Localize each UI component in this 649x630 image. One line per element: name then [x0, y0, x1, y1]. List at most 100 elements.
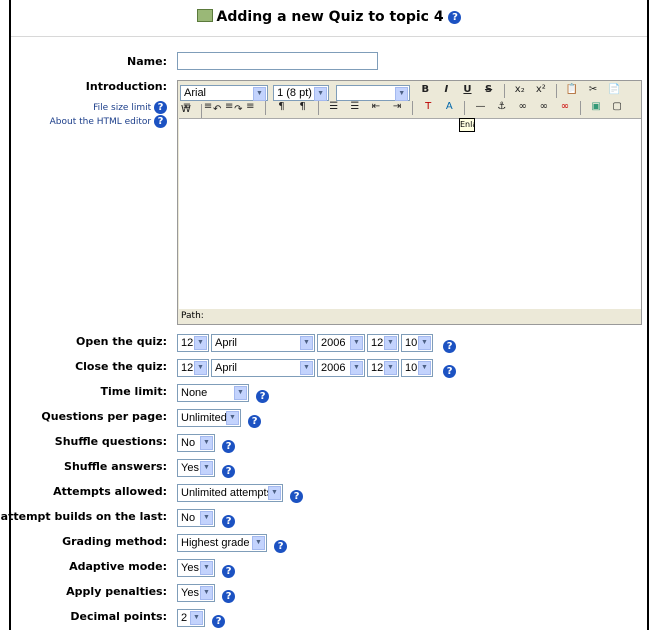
file-size-limit-link[interactable]: File size limit ? [93, 101, 167, 114]
attempts-allowed-select[interactable]: Unlimited attempts ▼ [177, 483, 283, 502]
time-limit-label: Time limit: [100, 385, 167, 398]
chevron-down-icon: ▼ [234, 385, 247, 400]
toolbar-divider [579, 101, 581, 115]
questions-per-page-field: Unlimited ▼ ? [177, 407, 262, 428]
toolbar-divider [265, 101, 267, 115]
help-icon[interactable]: ? [443, 365, 457, 378]
apply-penalties-label: Apply penalties: [66, 585, 167, 598]
help-icon[interactable]: ? [443, 340, 457, 353]
help-icon[interactable]: ? [154, 115, 167, 128]
italic-button[interactable]: I [439, 83, 453, 97]
indent-icon[interactable]: ⇥ [390, 100, 404, 114]
open-minute-select[interactable]: 10 ▼ [401, 333, 433, 352]
close-quiz-label: Close the quiz: [75, 360, 167, 373]
help-icon[interactable]: ? [154, 101, 167, 114]
close-year-select[interactable]: 2006 ▼ [317, 358, 365, 377]
toolbar-divider [464, 101, 466, 115]
tooltip: Enla [459, 118, 475, 132]
help-icon[interactable]: ? [274, 540, 288, 553]
bold-button[interactable]: B [418, 83, 432, 97]
close-month-select[interactable]: April ▼ [211, 358, 315, 377]
grading-method-select[interactable]: Highest grade ▼ [177, 533, 267, 552]
chevron-down-icon: ▼ [194, 360, 207, 375]
insert-table-icon[interactable]: ▢ [610, 100, 624, 114]
chevron-down-icon: ▼ [252, 535, 265, 550]
open-year-select[interactable]: 2006 ▼ [317, 333, 365, 352]
chevron-down-icon: ▼ [190, 610, 203, 625]
chevron-down-icon: ▼ [200, 560, 213, 575]
help-icon[interactable]: ? [222, 465, 236, 478]
help-icon[interactable]: ? [248, 415, 262, 428]
close-quiz-fields: 12 ▼ April ▼ 2006 ▼ 12 ▼ 10 ▼ ? [177, 357, 457, 378]
open-hour-select[interactable]: 12 ▼ [367, 333, 399, 352]
chevron-down-icon: ▼ [350, 335, 363, 350]
help-icon[interactable]: ? [212, 615, 226, 628]
introduction-editor-area[interactable] [179, 118, 641, 309]
each-attempt-field: No ▼ ? [177, 507, 236, 528]
copy-icon[interactable]: 📋 [565, 83, 579, 97]
horizontal-rule-icon[interactable]: — [474, 100, 488, 114]
background-color-icon[interactable]: A [442, 100, 456, 114]
help-icon[interactable]: ? [222, 590, 236, 603]
help-icon[interactable]: ? [222, 440, 236, 453]
ltr-icon[interactable]: ¶ [274, 100, 288, 114]
help-icon[interactable]: ? [448, 10, 462, 24]
page-header: Adding a new Quiz to topic 4 ? [11, 0, 647, 37]
help-icon[interactable]: ? [256, 390, 270, 403]
ordered-list-icon[interactable]: ☰ [327, 100, 341, 114]
shuffle-questions-select[interactable]: No ▼ [177, 433, 215, 452]
paste-icon[interactable]: 📄 [607, 83, 621, 97]
subscript-button[interactable]: x₂ [513, 83, 527, 97]
justify-center-icon[interactable]: ≡ [201, 100, 215, 114]
underline-button[interactable]: U [460, 83, 474, 97]
rtl-icon[interactable]: ¶ [296, 100, 310, 114]
justify-right-icon[interactable]: ≡ [222, 100, 236, 114]
shuffle-answers-select[interactable]: Yes ▼ [177, 458, 215, 477]
chevron-down-icon: ▼ [268, 485, 281, 500]
each-attempt-label: Each attempt builds on the last: [0, 510, 167, 523]
open-month-select[interactable]: April ▼ [211, 333, 315, 352]
strikethrough-button[interactable]: S [482, 83, 496, 97]
adaptive-mode-select[interactable]: Yes ▼ [177, 558, 215, 577]
justify-left-icon[interactable]: ≡ [180, 100, 194, 114]
chevron-down-icon: ▼ [300, 335, 313, 350]
help-icon[interactable]: ? [290, 490, 304, 503]
link-icon[interactable]: ∞ [516, 100, 530, 114]
chevron-down-icon: ▼ [350, 360, 363, 375]
anchor-icon[interactable]: ⚓ [495, 100, 509, 114]
name-label: Name: [127, 55, 167, 68]
superscript-button[interactable]: x² [534, 83, 548, 97]
justify-full-icon[interactable]: ≡ [243, 100, 257, 114]
text-color-icon[interactable]: T [421, 100, 435, 114]
close-minute-select[interactable]: 10 ▼ [401, 358, 433, 377]
help-icon[interactable]: ? [222, 515, 236, 528]
questions-per-page-label: Questions per page: [41, 410, 167, 423]
name-input[interactable] [177, 52, 378, 70]
questions-per-page-select[interactable]: Unlimited ▼ [177, 408, 241, 427]
decimal-points-field: 2 ▼ ? [177, 607, 226, 628]
open-day-select[interactable]: 12 ▼ [177, 333, 209, 352]
chevron-down-icon: ▼ [300, 360, 313, 375]
chevron-down-icon: ▼ [418, 360, 431, 375]
cut-icon[interactable]: ✂ [586, 83, 600, 97]
unordered-list-icon[interactable]: ☰ [348, 100, 362, 114]
shuffle-questions-label: Shuffle questions: [54, 435, 167, 448]
close-hour-select[interactable]: 12 ▼ [367, 358, 399, 377]
html-editor: Arial ▼ 1 (8 pt) ▼ ▼ B I U S x₂ x² 📋 ✂ 📄 W… [177, 80, 642, 325]
outdent-icon[interactable]: ⇤ [369, 100, 383, 114]
nolink-icon[interactable]: ∞ [558, 100, 572, 114]
introduction-label: Introduction: [85, 80, 167, 93]
help-icon[interactable]: ? [222, 565, 236, 578]
apply-penalties-select[interactable]: Yes ▼ [177, 583, 215, 602]
decimal-points-label: Decimal points: [70, 610, 167, 623]
unlink-icon[interactable]: ∞ [537, 100, 551, 114]
chevron-down-icon: ▼ [200, 460, 213, 475]
each-attempt-select[interactable]: No ▼ [177, 508, 215, 527]
decimal-points-select[interactable]: 2 ▼ [177, 608, 205, 627]
time-limit-select[interactable]: None ▼ [177, 383, 249, 402]
close-day-select[interactable]: 12 ▼ [177, 358, 209, 377]
chevron-down-icon: ▼ [384, 335, 397, 350]
quiz-icon [196, 8, 213, 22]
html-editor-link[interactable]: About the HTML editor ? [50, 115, 167, 128]
insert-image-icon[interactable]: ▣ [589, 100, 603, 114]
